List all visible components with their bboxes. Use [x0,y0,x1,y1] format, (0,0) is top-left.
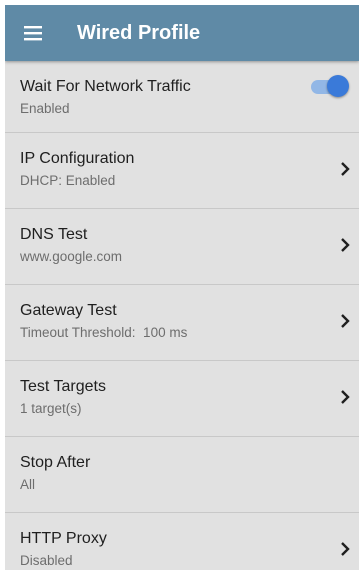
chevron-right-icon [341,314,350,328]
chevron-right-icon [341,542,350,556]
chevron-right-icon [341,390,350,404]
setting-test-targets[interactable]: Test Targets 1 target(s) [5,361,359,437]
wait-for-traffic-toggle[interactable] [311,75,349,99]
setting-http-proxy[interactable]: HTTP Proxy Disabled [5,513,359,570]
chevron-right-icon [341,162,350,176]
setting-title: Test Targets [20,378,106,395]
setting-value: 1 target(s) [20,401,82,416]
app-bar: Wired Profile [5,5,359,61]
setting-value: Enabled [20,101,70,116]
hamburger-menu-button[interactable] [5,5,61,61]
hamburger-menu-icon [24,26,42,41]
setting-title: Stop After [20,454,91,471]
setting-wait-for-network-traffic[interactable]: Wait For Network Traffic Enabled [5,61,359,133]
setting-value: Timeout Threshold: 100 ms [20,325,188,340]
toggle-thumb [327,75,349,97]
setting-value: Disabled [20,553,73,568]
setting-ip-configuration[interactable]: IP Configuration DHCP: Enabled [5,133,359,209]
setting-value: All [20,477,36,492]
page-title: Wired Profile [77,21,201,44]
setting-dns-test[interactable]: DNS Test www.google.com [5,209,359,285]
setting-gateway-test[interactable]: Gateway Test Timeout Threshold: 100 ms [5,285,359,361]
setting-title: Gateway Test [20,302,117,319]
setting-title: HTTP Proxy [20,530,107,547]
app-window: Wired Profile Wait For Network Traffic E… [5,5,359,570]
setting-stop-after[interactable]: Stop After All [5,437,359,513]
setting-value: www.google.com [20,249,123,264]
setting-title: DNS Test [20,226,88,243]
setting-title: Wait For Network Traffic [20,78,191,95]
chevron-right-icon [341,238,350,252]
setting-value: DHCP: Enabled [20,173,116,188]
settings-list: Wait For Network Traffic Enabled IP Conf… [5,61,359,570]
setting-title: IP Configuration [20,150,135,167]
